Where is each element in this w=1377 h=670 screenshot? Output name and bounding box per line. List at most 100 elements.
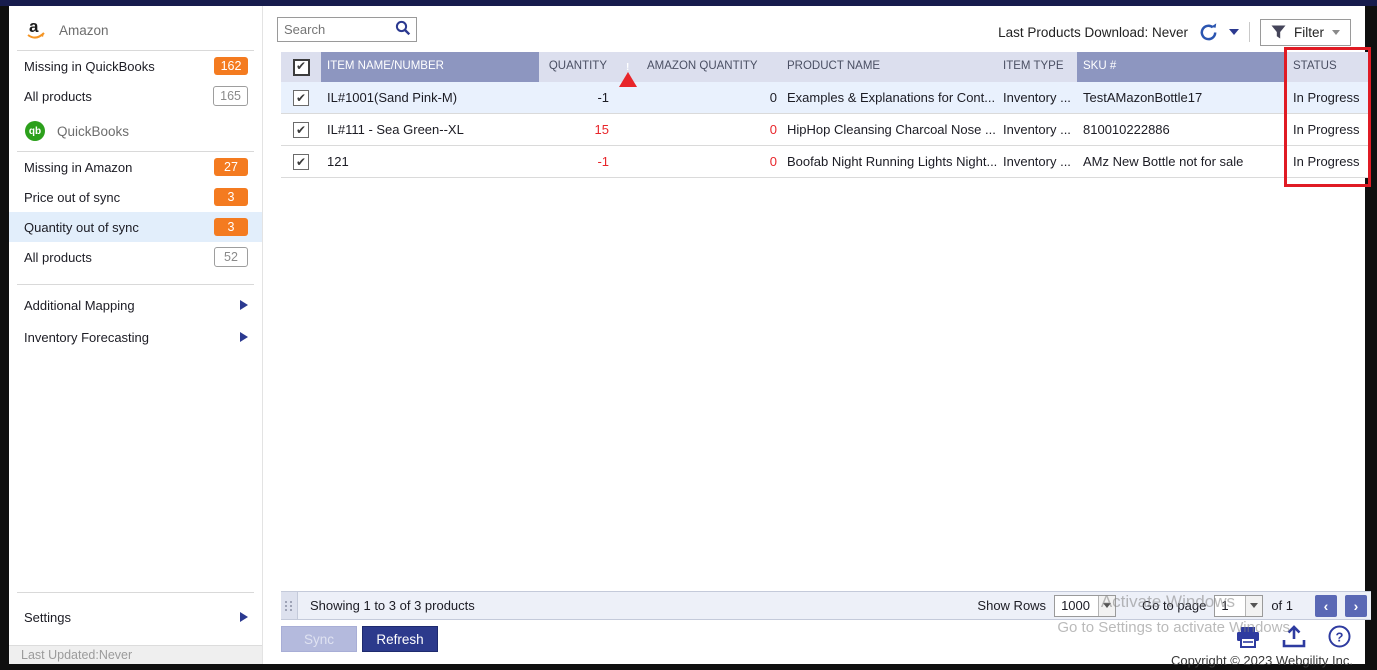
count-badge: 3	[214, 188, 248, 206]
sidebar-item-missing-in-quickbooks[interactable]: Missing in QuickBooks 162	[9, 51, 262, 81]
sidebar-link-label: Additional Mapping	[24, 298, 135, 313]
cell-product-name: Examples & Explanations for Cont...	[781, 88, 997, 107]
show-rows-value: 1000	[1055, 597, 1098, 614]
toolbar: Last Products Download: Never Filter	[264, 6, 1365, 52]
quickbooks-icon: qb	[25, 121, 45, 141]
sidebar-quickbooks-label: QuickBooks	[57, 124, 129, 139]
sidebar-item-missing-in-amazon[interactable]: Missing in Amazon 27	[9, 152, 262, 182]
cell-amazon-quantity: 0	[641, 152, 781, 171]
chevron-right-icon	[240, 612, 248, 622]
sidebar-item-label: Price out of sync	[24, 190, 120, 205]
sidebar-item-label: Missing in Amazon	[24, 160, 132, 175]
cell-quantity: -1	[539, 88, 613, 107]
sidebar-item-inventory-forecasting[interactable]: Inventory Forecasting	[9, 321, 262, 353]
main-panel: Last Products Download: Never Filter ✔	[264, 6, 1365, 664]
next-page-button[interactable]: ›	[1345, 595, 1367, 617]
previous-page-button[interactable]: ‹	[1315, 595, 1337, 617]
table-row[interactable]: ✔ IL#111 - Sea Green--XL 15 0 HipHop Cle…	[281, 114, 1371, 146]
help-icon[interactable]: ?	[1328, 625, 1351, 651]
refresh-options-caret-icon[interactable]	[1229, 29, 1239, 35]
cell-item-type: Inventory ...	[997, 120, 1077, 139]
sidebar-item-all-products-quickbooks[interactable]: All products 52	[9, 242, 262, 272]
page-count-label: of 1	[1271, 598, 1293, 613]
column-header-product-name[interactable]: PRODUCT NAME	[781, 58, 997, 75]
table-header-row: ✔ ITEM NAME/NUMBER QUANTITY AMAZON QUANT…	[281, 52, 1371, 82]
select-all-checkbox[interactable]: ✔	[293, 59, 310, 76]
cell-sku: AMz New Bottle not for sale	[1077, 152, 1287, 171]
cell-item-name: 121	[321, 152, 539, 171]
cell-item-type: Inventory ...	[997, 88, 1077, 107]
column-header-sku[interactable]: SKU #	[1077, 52, 1287, 82]
last-updated-status: Last Updated:Never	[9, 645, 262, 664]
sidebar-amazon-label: Amazon	[59, 23, 109, 38]
cell-item-name: IL#1001(Sand Pink-M)	[321, 88, 539, 107]
sidebar-item-label: Missing in QuickBooks	[24, 59, 155, 74]
amazon-icon: a	[25, 20, 47, 40]
sidebar-item-price-out-of-sync[interactable]: Price out of sync 3	[9, 182, 262, 212]
show-rows-label: Show Rows	[977, 598, 1046, 613]
cell-item-name: IL#111 - Sea Green--XL	[321, 120, 539, 139]
count-badge: 162	[214, 57, 248, 75]
cell-product-name: Boofab Night Running Lights Night...	[781, 152, 997, 171]
grip-handle-icon[interactable]	[281, 592, 298, 619]
cell-status: In Progress	[1287, 152, 1371, 171]
sidebar-item-settings[interactable]: Settings	[9, 601, 262, 633]
sidebar: a Amazon Missing in QuickBooks 162 All p…	[9, 6, 263, 664]
divider	[17, 592, 254, 593]
column-header-item-type[interactable]: ITEM TYPE	[997, 58, 1077, 75]
column-header-item-name[interactable]: ITEM NAME/NUMBER	[321, 52, 539, 82]
sidebar-item-label: Quantity out of sync	[24, 220, 139, 235]
sidebar-link-label: Inventory Forecasting	[24, 330, 149, 345]
row-checkbox[interactable]: ✔	[293, 154, 309, 170]
count-badge: 3	[214, 218, 248, 236]
goto-page-select[interactable]: 1	[1214, 595, 1263, 617]
search-icon[interactable]	[395, 20, 411, 39]
funnel-icon	[1271, 25, 1286, 39]
filter-caret-icon	[1332, 30, 1340, 35]
count-badge: 165	[213, 86, 248, 106]
divider	[17, 284, 254, 285]
sync-button[interactable]: Sync	[281, 626, 357, 652]
filter-button[interactable]: Filter	[1260, 19, 1351, 46]
table-row[interactable]: ✔ IL#1001(Sand Pink-M) -1 0 Examples & E…	[281, 82, 1371, 114]
chevron-down-icon	[1245, 596, 1262, 616]
column-header-status[interactable]: STATUS	[1287, 58, 1371, 75]
refresh-button[interactable]: Refresh	[362, 626, 438, 652]
cell-status: In Progress	[1287, 88, 1371, 107]
cell-sku: TestAMazonBottle17	[1077, 88, 1287, 107]
cell-sku: 810010222886	[1077, 120, 1287, 139]
sidebar-item-quantity-out-of-sync[interactable]: Quantity out of sync 3	[9, 212, 262, 242]
goto-page-value: 1	[1215, 597, 1245, 614]
chevron-right-icon	[240, 332, 248, 342]
print-icon[interactable]	[1236, 626, 1260, 651]
count-badge: 52	[214, 247, 248, 267]
show-rows-select[interactable]: 1000	[1054, 595, 1116, 617]
sidebar-item-all-products-amazon[interactable]: All products 165	[9, 81, 262, 111]
goto-page-label: Go to page	[1142, 598, 1206, 613]
sidebar-section-quickbooks: qb QuickBooks	[9, 111, 262, 151]
export-icon[interactable]	[1282, 625, 1306, 651]
column-header-amazon-quantity[interactable]: AMAZON QUANTITY	[641, 58, 781, 75]
row-checkbox[interactable]: ✔	[293, 90, 309, 106]
svg-text:?: ?	[1336, 630, 1344, 645]
cell-item-type: Inventory ...	[997, 152, 1077, 171]
sidebar-link-label: Settings	[24, 610, 71, 625]
table-row[interactable]: ✔ 121 -1 0 Boofab Night Running Lights N…	[281, 146, 1371, 178]
divider	[1249, 22, 1250, 42]
cell-amazon-quantity: 0	[641, 120, 781, 139]
pagination-bar: Showing 1 to 3 of 3 products Show Rows 1…	[281, 591, 1371, 620]
last-products-download-label: Last Products Download: Never	[998, 25, 1188, 40]
row-checkbox[interactable]: ✔	[293, 122, 309, 138]
search-box[interactable]	[277, 17, 417, 42]
search-input[interactable]	[278, 20, 395, 39]
cell-amazon-quantity: 0	[641, 88, 781, 107]
products-table: ✔ ITEM NAME/NUMBER QUANTITY AMAZON QUANT…	[281, 52, 1371, 178]
quantity-alert-icon	[619, 60, 637, 87]
sidebar-section-amazon: a Amazon	[9, 6, 262, 50]
cell-product-name: HipHop Cleansing Charcoal Nose ...	[781, 120, 997, 139]
sidebar-item-additional-mapping[interactable]: Additional Mapping	[9, 289, 262, 321]
showing-summary: Showing 1 to 3 of 3 products	[298, 598, 475, 613]
refresh-products-icon[interactable]	[1198, 22, 1219, 43]
column-header-quantity[interactable]: QUANTITY	[539, 58, 613, 75]
cell-status: In Progress	[1287, 120, 1371, 139]
